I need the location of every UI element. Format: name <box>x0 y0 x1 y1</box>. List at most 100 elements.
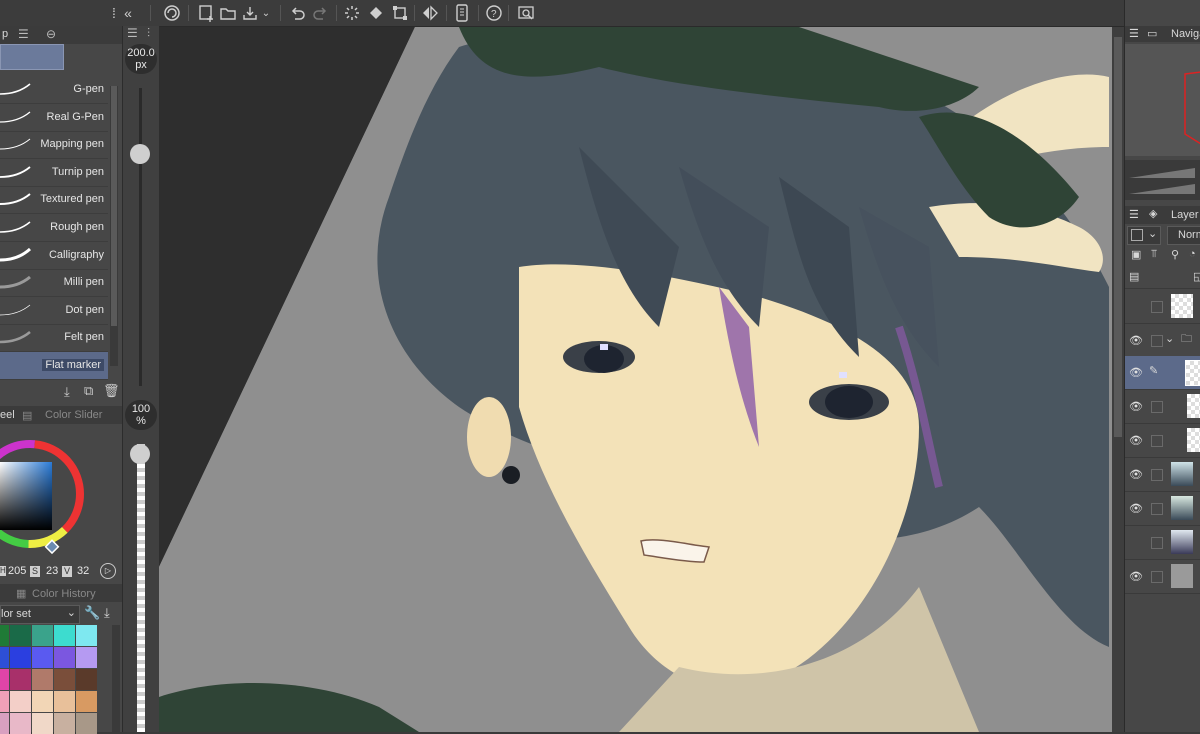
brush-item-rough-pen[interactable]: Rough pen <box>0 214 108 242</box>
eye-icon[interactable]: 👁 <box>1129 570 1143 583</box>
eye-icon[interactable]: 👁 <box>1129 366 1143 379</box>
eye-icon[interactable]: 👁 <box>1129 502 1143 515</box>
color-swatch[interactable] <box>32 713 53 734</box>
loading-icon[interactable] <box>342 3 362 23</box>
layer-checkbox[interactable] <box>1151 469 1163 481</box>
open-icon[interactable] <box>218 3 238 23</box>
layer-row[interactable]: 👁 <box>1125 492 1200 526</box>
eye-icon[interactable]: 👁 <box>1129 468 1143 481</box>
layer-row[interactable]: 👁 <box>1125 390 1200 424</box>
color-swatch[interactable] <box>32 669 53 690</box>
layer-row-selected[interactable]: 👁 ✎ <box>1125 356 1200 390</box>
brush-item-flat-marker[interactable]: Flat marker <box>0 352 108 380</box>
menu-icon[interactable]: ☰ <box>1129 27 1139 40</box>
layer-row[interactable]: 👁 <box>1125 458 1200 492</box>
color-swatch[interactable] <box>32 691 53 712</box>
tab-color-wheel[interactable]: eel <box>0 409 15 421</box>
brush-item-g-pen[interactable]: G-pen <box>0 76 108 104</box>
lock-icon[interactable]: ▣ <box>1131 248 1141 261</box>
brush-item-textured-pen[interactable]: Textured pen <box>0 186 108 214</box>
collapse-icon[interactable]: « <box>118 3 138 23</box>
canvas-area[interactable] <box>159 27 1112 732</box>
layer-checkbox[interactable] <box>1151 435 1163 447</box>
color-swatch[interactable] <box>54 647 75 668</box>
color-swatch[interactable] <box>0 691 9 712</box>
search-icon[interactable] <box>516 3 536 23</box>
layer-row[interactable]: 👁 <box>1125 424 1200 458</box>
layer-property-icon[interactable]: ◱ <box>1193 270 1200 283</box>
color-swatch[interactable] <box>32 647 53 668</box>
color-swatch[interactable] <box>0 625 9 646</box>
brush-item-dot-pen[interactable]: Dot pen <box>0 297 108 325</box>
duplicate-icon[interactable]: ⧉ <box>84 383 93 399</box>
navigator-preview[interactable] <box>1125 44 1200 156</box>
brush-size-slider-knob[interactable] <box>130 143 150 164</box>
slider-settings-icon[interactable]: ⫶ <box>147 26 150 41</box>
color-swatch[interactable] <box>54 669 75 690</box>
color-swatch[interactable] <box>76 647 97 668</box>
swatch-scrollbar[interactable] <box>112 625 120 732</box>
brush-size-track[interactable] <box>139 88 142 386</box>
color-swatch[interactable] <box>0 669 9 690</box>
layer-checkbox[interactable] <box>1151 335 1163 347</box>
brush-group-button[interactable] <box>0 44 64 70</box>
layer-row[interactable] <box>1125 290 1200 324</box>
layer-color-select[interactable]: ⌄ <box>1127 226 1161 245</box>
link-icon[interactable]: ⊖ <box>46 27 56 41</box>
download-icon[interactable]: ⤓ <box>64 384 70 400</box>
blend-mode-select[interactable]: Norm <box>1167 226 1200 245</box>
clip-icon[interactable]: ⫪ <box>1151 248 1157 261</box>
save-dropdown-icon[interactable]: ⌄ <box>259 3 273 23</box>
brush-item-milli-pen[interactable]: Milli pen <box>0 269 108 297</box>
menu-icon[interactable]: ☰ <box>1129 208 1139 221</box>
canvas-vertical-scrollbar[interactable] <box>1112 27 1124 732</box>
layer-folder-row[interactable]: 👁 ⌄ 🗀 <box>1125 324 1200 358</box>
hidden-eye-icon[interactable] <box>1129 300 1143 312</box>
color-swatch[interactable] <box>76 669 97 690</box>
help-icon[interactable]: ? <box>484 3 504 23</box>
opacity-slider-knob[interactable] <box>130 444 150 464</box>
eye-icon[interactable]: 👁 <box>1129 334 1143 347</box>
trash-icon[interactable]: 🗑 <box>103 383 120 399</box>
opacity-track[interactable] <box>137 444 145 732</box>
layer-checkbox[interactable] <box>1151 401 1163 413</box>
brush-list-scrollbar[interactable] <box>110 86 118 366</box>
layer-checkbox[interactable] <box>1151 301 1163 313</box>
eye-icon[interactable]: 👁 <box>1129 434 1143 447</box>
new-canvas-icon[interactable] <box>196 3 216 23</box>
tab-sub-tool[interactable]: p <box>2 28 8 40</box>
layer-list-icon[interactable]: ▤ <box>1129 270 1139 283</box>
fill-icon[interactable] <box>366 3 386 23</box>
hidden-eye-icon[interactable] <box>1129 536 1143 548</box>
undo-icon[interactable] <box>287 3 307 23</box>
reference-icon[interactable]: ⚲ <box>1171 248 1179 261</box>
layer-row[interactable] <box>1125 526 1200 560</box>
color-set-select[interactable]: lor set ⌄ <box>0 605 80 624</box>
redo-icon[interactable] <box>311 3 331 23</box>
device-icon[interactable] <box>452 3 472 23</box>
color-swatch[interactable] <box>32 625 53 646</box>
color-swatch[interactable] <box>10 691 31 712</box>
color-swatch[interactable] <box>76 713 97 734</box>
color-swatch[interactable] <box>76 625 97 646</box>
layer-row[interactable]: 👁 <box>1125 560 1200 594</box>
eye-icon[interactable]: 👁 <box>1129 400 1143 413</box>
color-swatch[interactable] <box>0 713 9 734</box>
navigator-controls[interactable] <box>1125 160 1200 200</box>
import-icon[interactable]: ⤓ <box>104 605 110 621</box>
wrench-icon[interactable]: 🔧 <box>84 605 100 621</box>
color-swatch[interactable] <box>10 669 31 690</box>
color-swatch[interactable] <box>0 647 9 668</box>
color-swatch[interactable] <box>10 713 31 734</box>
color-wheel[interactable] <box>0 428 90 563</box>
tab-color-history[interactable]: Color History <box>32 588 96 600</box>
play-icon[interactable]: ▷ <box>100 563 116 579</box>
color-swatch[interactable] <box>10 647 31 668</box>
brush-item-felt-pen[interactable]: Felt pen <box>0 324 108 352</box>
transform-icon[interactable] <box>390 3 410 23</box>
mask-icon[interactable]: ◔ <box>1189 248 1196 260</box>
layer-checkbox[interactable] <box>1151 503 1163 515</box>
brush-item-calligraphy[interactable]: Calligraphy <box>0 242 108 270</box>
menu-icon[interactable]: ☰ <box>127 26 138 40</box>
color-swatch[interactable] <box>76 691 97 712</box>
